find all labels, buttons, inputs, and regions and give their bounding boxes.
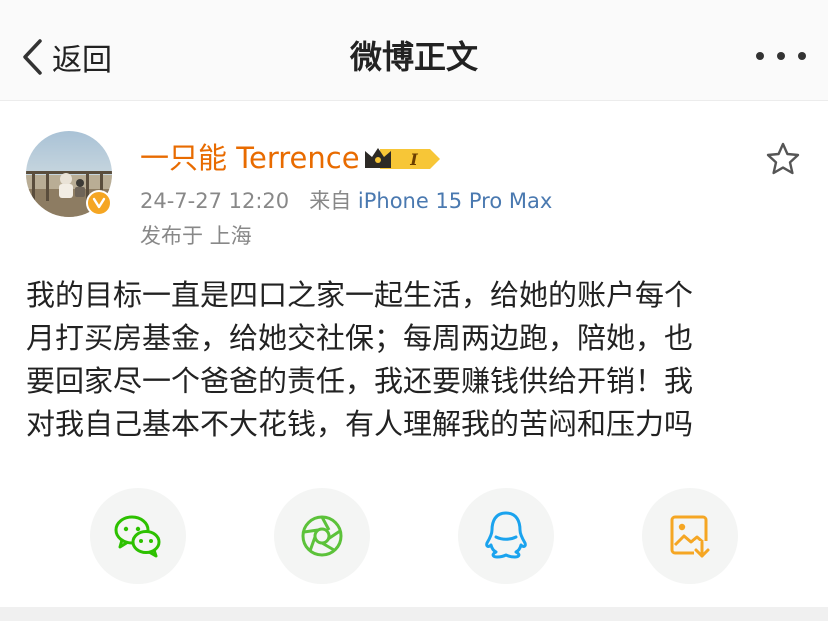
more-dot-icon [798, 52, 806, 60]
qq-icon [485, 511, 527, 559]
post-timestamp: 24-7-27 12:20 [140, 189, 290, 213]
save-image-icon [670, 515, 710, 559]
top-nav-bar: 返回 微博正文 [0, 0, 828, 101]
member-crown-badge-icon[interactable]: I [362, 142, 442, 176]
share-wechat-button[interactable] [90, 488, 186, 584]
more-dot-icon [756, 52, 764, 60]
post-location: 发布于 上海 [140, 224, 252, 248]
more-options-button[interactable] [756, 38, 806, 74]
wechat-icon [114, 515, 161, 558]
weibo-post-page: 返回 微博正文 一只能 Terrence I 24-7-27 12:20 来自 … [0, 0, 828, 621]
moments-icon [301, 515, 343, 557]
post-text-line: 月打买房基金，给她交社保；每周两边跑，陪她，也 [26, 321, 694, 355]
source-device-link[interactable]: iPhone 15 Pro Max [358, 189, 552, 213]
favorite-star-icon[interactable] [764, 140, 802, 178]
verified-badge-icon [86, 190, 112, 216]
section-divider [0, 607, 828, 621]
post-text-line: 我的目标一直是四口之家一起生活，给她的账户每个 [26, 278, 694, 312]
more-dot-icon [777, 52, 785, 60]
save-image-button[interactable] [642, 488, 738, 584]
author-name[interactable]: 一只能 Terrence [140, 138, 360, 178]
post-text-line: 对我自己基本不大花钱，有人理解我的苦闷和压力吗 [26, 407, 694, 441]
share-qq-button[interactable] [458, 488, 554, 584]
member-level-text: I [409, 150, 418, 169]
page-title: 微博正文 [349, 38, 478, 76]
source-prefix: 来自 [309, 189, 352, 213]
share-moments-button[interactable] [274, 488, 370, 584]
post-meta: 24-7-27 12:20 来自 iPhone 15 Pro Max [140, 186, 552, 216]
post-text-line: 要回家尽一个爸爸的责任，我还要赚钱供给开销！我 [26, 364, 694, 398]
post-content: 我的目标一直是四口之家一起生活，给她的账户每个 月打买房基金，给她交社保；每周两… [26, 274, 806, 445]
